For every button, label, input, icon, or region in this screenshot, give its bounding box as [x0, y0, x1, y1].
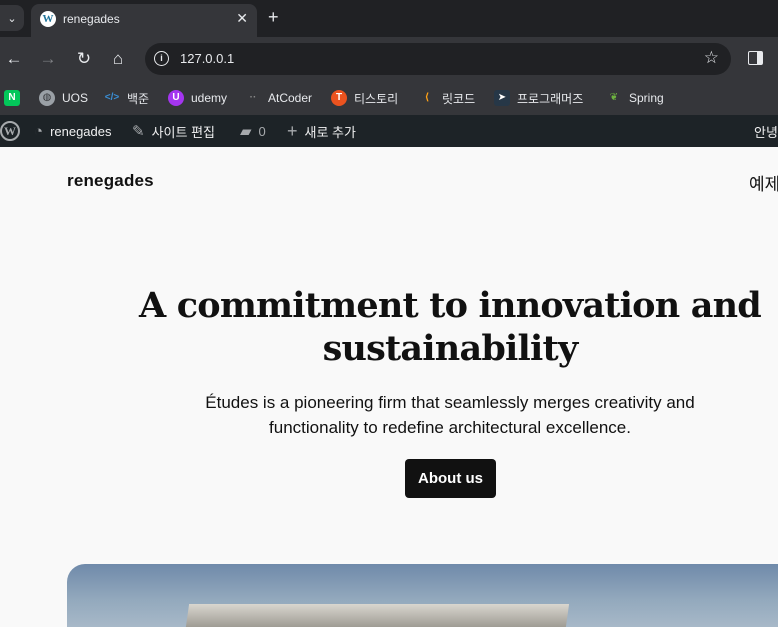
globe-icon: ◍	[39, 90, 55, 106]
new-content-label: 새로 추가	[304, 124, 356, 140]
bookmarks-bar: N ◍ UOS </> 백준 U udemy ·· AtCoder T 티스토리…	[0, 81, 778, 115]
new-tab-button[interactable]: +	[268, 7, 279, 27]
bookmark-label: Spring	[629, 91, 664, 105]
tab-search-button[interactable]: ⌄	[0, 5, 24, 31]
tistory-icon: T	[331, 90, 347, 106]
admin-site-name-label: renegades	[50, 123, 112, 139]
account-greeting: 안녕	[754, 124, 778, 140]
hero-lead: Études is a pioneering firm that seamles…	[205, 393, 695, 437]
bookmark-leetcode[interactable]: ⟨ 릿코드	[419, 88, 475, 108]
url-text[interactable]: 127.0.0.1	[180, 51, 234, 66]
comments-count: 0	[258, 123, 266, 139]
building-image-detail	[184, 604, 570, 627]
tab-title: renegades	[63, 12, 120, 26]
bookmark-atcoder[interactable]: ·· AtCoder	[245, 88, 312, 108]
bookmark-spring[interactable]: ❦ Spring	[606, 88, 664, 108]
bookmark-naver[interactable]: N	[4, 88, 27, 108]
bookmark-label: 백준	[127, 91, 150, 106]
bookmark-label: UOS	[62, 91, 89, 105]
comment-bubble-icon: ▰	[240, 123, 252, 140]
atcoder-icon: ··	[249, 92, 257, 103]
spring-icon: ❦	[609, 92, 619, 103]
site-title[interactable]: renegades	[67, 171, 154, 191]
tab-strip: ⌄ W renegades ✕ +	[0, 0, 778, 37]
side-panel-icon[interactable]	[748, 51, 763, 65]
comments-button[interactable]: ▰ 0	[240, 115, 266, 147]
forward-arrow-icon[interactable]: →	[36, 47, 60, 71]
wp-logo-menu[interactable]: W	[0, 115, 20, 147]
wordpress-logo-icon: W	[0, 121, 20, 141]
site-info-icon[interactable]: i	[154, 51, 169, 66]
wp-admin-bar: W ◔ renegades ✎ 사이트 편집 ▰ 0 + 새로 추가 안녕	[0, 115, 778, 147]
about-us-button[interactable]: About us	[405, 459, 496, 498]
hero-heading: A commitment to innovation and sustainab…	[139, 285, 762, 369]
edit-site-label: 사이트 편집	[151, 124, 215, 140]
bookmark-label: udemy	[191, 91, 228, 105]
bookmark-label: 프로그래머즈	[517, 91, 584, 106]
browser-tab[interactable]: W renegades ✕	[31, 4, 257, 37]
bookmark-label: 릿코드	[442, 91, 476, 106]
brush-icon: ✎	[132, 123, 145, 140]
udemy-icon: U	[168, 90, 184, 106]
plus-icon: +	[287, 120, 298, 141]
bookmark-tistory[interactable]: T 티스토리	[331, 88, 398, 108]
programmers-icon: ➤	[494, 90, 510, 106]
leetcode-icon: ⟨	[424, 92, 430, 103]
chevron-down-icon: ⌄	[7, 12, 17, 25]
new-content-button[interactable]: + 새로 추가	[287, 115, 356, 147]
hero-image	[67, 564, 778, 627]
bookmark-star-icon[interactable]: ☆	[704, 48, 719, 68]
bookmark-programmers[interactable]: ➤ 프로그래머즈	[494, 88, 583, 108]
naver-icon: N	[4, 90, 20, 106]
baekjoon-icon: </>	[104, 92, 120, 103]
address-bar[interactable]: i 127.0.0.1 ☆	[145, 43, 731, 75]
back-arrow-icon[interactable]: ←	[2, 47, 26, 71]
admin-site-name[interactable]: ◔ renegades	[34, 115, 112, 147]
close-tab-icon[interactable]: ✕	[236, 10, 248, 27]
bookmark-label: 티스토리	[354, 91, 399, 106]
account-menu[interactable]: 안녕	[754, 115, 778, 147]
bookmark-label: AtCoder	[268, 91, 313, 105]
nav-link[interactable]: 예제	[749, 170, 778, 195]
wordpress-icon: W	[40, 11, 56, 27]
bookmark-uos[interactable]: ◍ UOS	[39, 88, 88, 108]
site-page: renegades 예제 A commitment to innovation …	[0, 147, 778, 627]
browser-toolbar: ← → ↻ ⌂ i 127.0.0.1 ☆	[0, 37, 778, 81]
reload-icon[interactable]: ↻	[72, 47, 96, 71]
edit-site-button[interactable]: ✎ 사이트 편집	[132, 115, 215, 147]
home-icon[interactable]: ⌂	[106, 47, 130, 71]
bookmark-udemy[interactable]: U udemy	[168, 88, 227, 108]
bookmark-baekjoon[interactable]: </> 백준	[104, 88, 149, 108]
dashboard-icon: ◔	[34, 122, 44, 140]
